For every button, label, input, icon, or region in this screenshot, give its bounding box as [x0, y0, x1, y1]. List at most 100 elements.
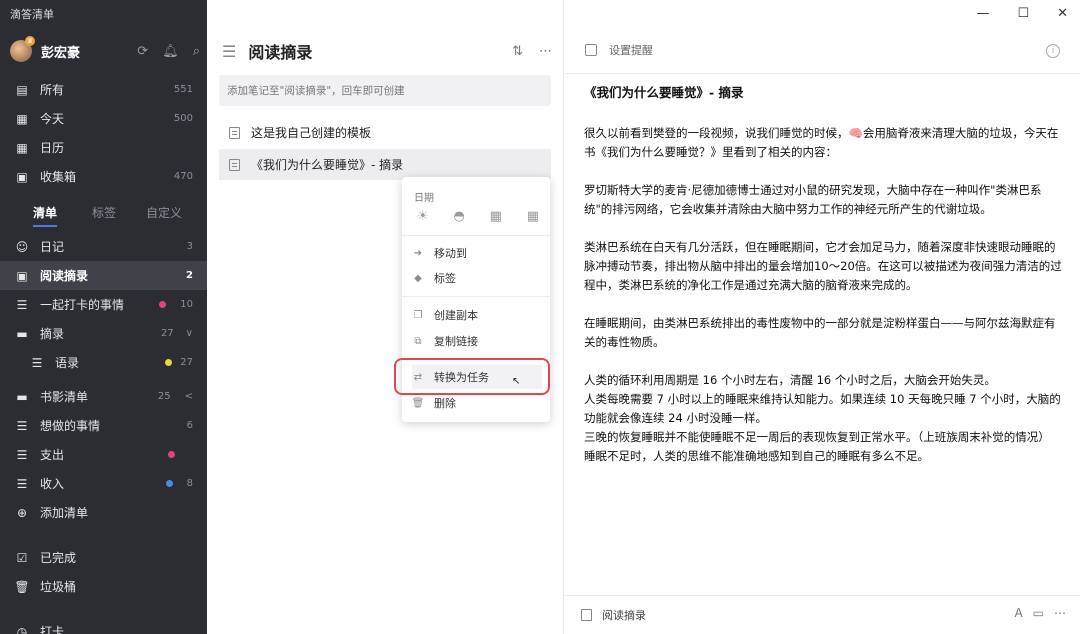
tab-custom[interactable]: 自定义 [146, 204, 182, 221]
sidebar-item-label: 想做的事情 [40, 419, 101, 433]
list-icon: ☰ [16, 297, 28, 312]
menu-item-duplicate[interactable]: ❐ 创建副本 [412, 303, 542, 327]
tag-icon: ◆ [414, 272, 422, 284]
sidebar-tabs: 清单 标签 自定义 [0, 201, 207, 227]
chevron-left-icon[interactable]: < [185, 391, 193, 402]
note-item-selected[interactable]: 《我们为什么要睡觉》- 摘录 [219, 149, 551, 180]
sidebar-item-expenses[interactable]: ☰ 支出 [0, 440, 207, 469]
more-icon[interactable]: ⋯ [1054, 606, 1066, 620]
more-icon[interactable]: ⋯ [539, 44, 552, 59]
sidebar-item-books-movies[interactable]: ▬ 书影清单 25 < [0, 382, 207, 411]
minimize-icon[interactable]: — [976, 6, 989, 21]
sidebar-item-count: 25 [157, 391, 171, 402]
sidebar-item-label: 收集箱 [40, 170, 77, 184]
color-dot [168, 451, 175, 458]
text-format-icon[interactable]: A [1014, 606, 1022, 620]
tab-tags[interactable]: 标签 [92, 204, 116, 221]
user-row[interactable]: ♛ 彭宏豪 ⟳ 🔔︎ ⌕ [10, 36, 200, 64]
note-item[interactable]: 这是我自己创建的模板 [219, 117, 551, 148]
window-controls: — ☐ ✕ [976, 6, 1068, 21]
app-title: 滴答清单 [10, 8, 54, 21]
sidebar-item-trash[interactable]: 🗑︎ 垃圾桶 [0, 572, 207, 601]
duplicate-icon: ❐ [413, 309, 423, 321]
sort-icon[interactable]: ⇅ [512, 44, 523, 59]
sidebar-item-count: 27 [160, 328, 174, 339]
clock-icon: ◷ [16, 624, 28, 634]
sidebar-item-inbox[interactable]: ▣ 收集箱 470 [0, 162, 207, 191]
inbox-all-icon: ▤ [16, 82, 28, 97]
sidebar-item-label: 日历 [40, 141, 65, 155]
note-paragraph[interactable]: 罗切斯特大学的麦肯·尼德加德博士通过对小鼠的研究发现，大脑中存在一种叫作"类淋巴… [584, 181, 1064, 219]
detail-footer: 阅读摘录 A ▭ ⋯ [565, 595, 1080, 634]
sidebar-item-label: 摘录 [40, 327, 65, 341]
info-icon[interactable]: i [1046, 44, 1060, 58]
calendar-pick-icon[interactable]: ▦ [527, 209, 539, 224]
menu-item-label: 标签 [434, 272, 456, 285]
user-name[interactable]: 彭宏豪 [41, 42, 137, 61]
sidebar-item-label: 阅读摘录 [40, 269, 89, 283]
note-paragraph[interactable]: 在睡眠期间，由类淋巴系统排出的毒性废物中的一部分就是淀粉样蛋白——与阿尔兹海默症… [584, 314, 1064, 352]
sidebar-item-checkin[interactable]: ◷ 打卡 [0, 617, 207, 634]
menu-icon[interactable]: ☰ [222, 42, 236, 61]
note-paragraph[interactable]: 人类的循环利用周期是 16 个小时左右，清醒 16 个小时之后，大脑会开始失灵。… [584, 371, 1064, 466]
menu-item-tags[interactable]: ◆ 标签 [412, 266, 542, 290]
calendar-plus7-icon[interactable]: ▦ [490, 209, 502, 224]
note-icon [581, 609, 592, 621]
note-paragraph[interactable]: 类淋巴系统在白天有几分活跃，但在睡眠期间，它才会加足马力，随着深度非快速眼动睡眠… [584, 238, 1064, 295]
sidebar-item-excerpts[interactable]: ▬ 摘录 27 ∨ [0, 319, 207, 348]
add-list-button[interactable]: ⊕ 添加清单 [0, 498, 207, 527]
set-reminder-button[interactable]: 设置提醒 [585, 42, 653, 58]
sidebar-item-label: 垃圾桶 [40, 580, 77, 594]
list-icon: ☰ [16, 447, 28, 462]
list-title: 阅读摘录 [248, 43, 313, 62]
list-icon: ☰ [31, 355, 43, 370]
sidebar-item-calendar[interactable]: ▦ 日历 [0, 133, 207, 162]
sidebar-item-income[interactable]: ☰ 收入 8 [0, 469, 207, 498]
tab-lists[interactable]: 清单 [33, 204, 58, 227]
close-icon[interactable]: ✕ [1057, 6, 1068, 21]
checkbox-icon: ☑ [16, 550, 28, 565]
chevron-down-icon[interactable]: ∨ [186, 328, 193, 339]
sidebar-item-label: 已完成 [40, 551, 77, 565]
sidebar-item-label: 一起打卡的事情 [40, 298, 125, 312]
trash-icon: 🗑︎ [14, 579, 30, 594]
date-shortcuts: ☀ ◓ ▦ ▦ [417, 209, 539, 224]
menu-item-copy-link[interactable]: ⧉ 复制链接 [412, 329, 542, 353]
sidebar-item-all[interactable]: ▤ 所有 551 [0, 75, 207, 104]
calendar-day-icon: ▦ [16, 111, 28, 126]
calendar-icon [585, 44, 597, 56]
avatar[interactable]: ♛ [10, 36, 35, 62]
sidebar-item-count: 470 [173, 171, 193, 182]
menu-item-label: 复制链接 [434, 335, 478, 348]
menu-item-label: 删除 [434, 397, 456, 410]
reminder-label: 设置提醒 [609, 44, 653, 57]
sidebar-item-label: 收入 [40, 477, 65, 491]
sidebar-item-diary[interactable]: ☺ 日记 3 [0, 232, 207, 261]
sidebar-item-checkin-together[interactable]: ☰ 一起打卡的事情 10 [0, 290, 207, 319]
search-icon[interactable]: ⌕ [193, 44, 200, 59]
footer-list-selector[interactable]: 阅读摘录 [581, 607, 646, 623]
sidebar-item-today[interactable]: ▦ 今天 500 [0, 104, 207, 133]
emoji-icon: ☺ [15, 239, 29, 254]
note-title: 《我们为什么要睡觉》- 摘录 [251, 158, 404, 172]
sync-icon[interactable]: ⟳ [137, 44, 148, 59]
sunrise-icon[interactable]: ◓ [453, 209, 464, 224]
sidebar-item-label: 打卡 [40, 625, 65, 634]
add-note-input[interactable] [219, 75, 551, 106]
sidebar-item-quotes[interactable]: ☰ 语录 27 [0, 348, 207, 377]
sidebar-item-label: 所有 [40, 83, 65, 97]
menu-item-move-to[interactable]: ➜ 移动到 [412, 241, 542, 265]
sidebar-item-label: 日记 [40, 240, 65, 254]
note-list-icon: ▣ [16, 268, 28, 283]
sun-icon[interactable]: ☀ [417, 209, 429, 224]
bell-icon[interactable]: 🔔︎ [162, 44, 179, 59]
sidebar-item-want-to-do[interactable]: ☰ 想做的事情 6 [0, 411, 207, 440]
note-title[interactable]: 《我们为什么要睡觉》- 摘录 [584, 82, 744, 101]
sidebar-item-reading-notes[interactable]: ▣ 阅读摘录 2 [0, 261, 207, 290]
maximize-icon[interactable]: ☐ [1017, 6, 1029, 21]
comment-icon[interactable]: ▭ [1033, 606, 1044, 620]
note-paragraph[interactable]: 很久以前看到樊登的一段视频，说我们睡觉的时候，🧠会用脑脊液来清理大脑的垃圾，今天… [584, 124, 1064, 162]
note-icon [229, 158, 240, 171]
sidebar-item-completed[interactable]: ☑ 已完成 [0, 543, 207, 572]
mouse-cursor-icon: ↖ [512, 376, 521, 387]
